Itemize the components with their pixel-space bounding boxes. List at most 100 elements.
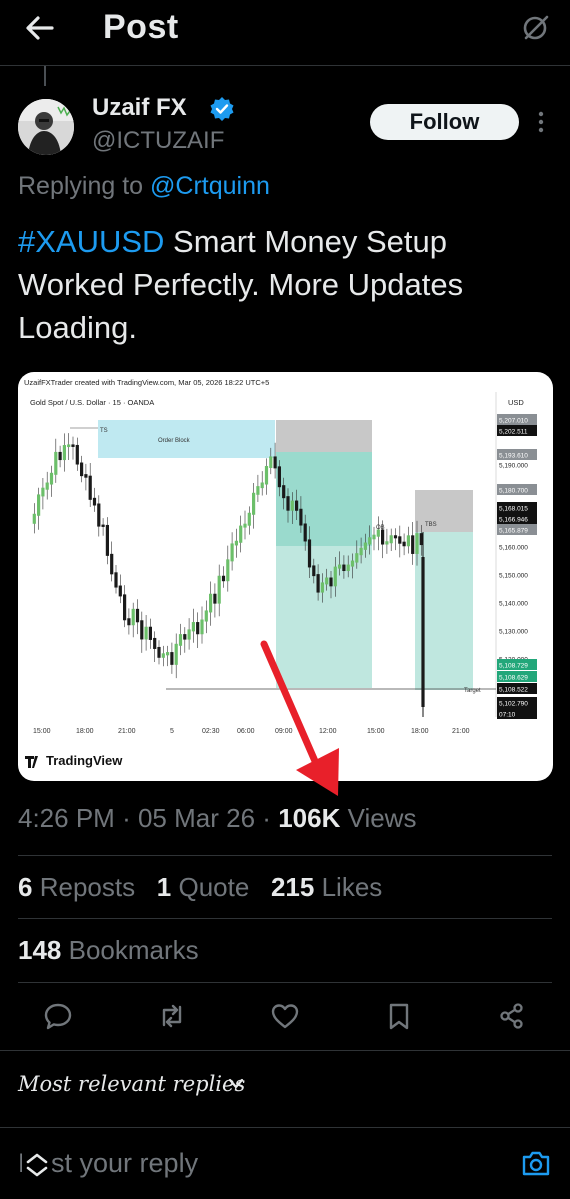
post-meta: 4:26 PM · 05 Mar 26 · 106K Views [18,803,416,834]
action-bar [0,995,570,1039]
candle [97,503,101,527]
price-label: 5,160.000 [499,545,528,552]
order-block-label: Order Block [158,438,191,444]
avatar[interactable] [18,99,74,155]
candle [148,626,152,640]
price-label: 5,202.511 [499,429,528,436]
thread-connector [44,66,46,86]
stop-zone [276,420,372,452]
candle [144,626,148,640]
meta-separator: · [262,803,271,833]
like-icon[interactable] [270,1001,300,1031]
candle [363,542,367,550]
candle [62,445,66,461]
hashtag-link[interactable]: #XAUUSD [18,224,164,259]
replying-to: Replying to @Crtquinn [18,172,270,201]
candle [114,572,118,588]
candle [239,525,243,543]
reply-icon[interactable] [43,1001,73,1031]
candle [338,564,342,569]
candle [196,622,200,635]
author-name[interactable]: Uzaif FX [92,94,187,122]
candle [92,497,97,506]
camera-icon[interactable] [521,1149,551,1177]
candle [170,652,174,665]
candle [131,608,135,626]
grok-icon[interactable] [520,12,552,44]
post-date: 05 Mar 26 [137,803,256,833]
candle [54,451,58,475]
candle [372,534,376,540]
candle [105,524,109,556]
candle [153,637,157,649]
candle [157,646,161,658]
candle [411,535,415,554]
candle [71,444,75,447]
repost-icon[interactable] [157,1001,187,1031]
media-image[interactable]: UzaifFXTrader created with TradingView.c… [18,372,553,781]
follow-button[interactable]: Follow [370,104,519,140]
likes-count: 215 [270,872,315,902]
reply-composer: Post your reply [0,1127,570,1199]
tweet-text: #XAUUSD Smart Money Setup Worked Perfect… [18,220,558,349]
chart-header: UzaifFXTrader created with TradingView.c… [24,378,269,387]
bookmarks-stat[interactable]: 148 Bookmarks [18,935,199,966]
quotes-stat[interactable]: 1 Quote [157,872,250,902]
author-handle[interactable]: @ICTUZAIF [92,127,224,155]
candle [226,559,230,582]
more-options-icon[interactable] [533,110,549,134]
verified-badge-icon [210,97,234,121]
reply-sort-dropdown[interactable]: Most relevant replies [18,1072,245,1096]
candle [350,560,355,567]
back-arrow-icon[interactable] [22,10,58,46]
share-icon[interactable] [497,1001,527,1031]
candle [110,553,114,575]
meta-separator: · [122,803,131,833]
price-label: 5,168.015 [499,506,528,513]
candle [273,456,277,469]
candle [135,608,140,623]
candle [307,539,312,568]
candle [37,494,41,516]
time-label: 09:00 [275,728,293,735]
candle [381,529,385,545]
bookmark-icon[interactable] [384,1001,414,1031]
views-count[interactable]: 106K [278,803,340,833]
candle [333,566,337,587]
price-label: 5,102.790 [499,701,528,708]
reply-mention-link[interactable]: @Crtquinn [150,172,270,200]
candle [191,622,195,632]
candle [140,620,144,640]
chart-symbol: Gold Spot / U.S. Dollar · 15 · OANDA [30,398,154,407]
candle [183,634,187,640]
candle [320,582,324,593]
reposts-stat[interactable]: 6 Reposts [18,872,135,902]
candle [260,482,264,489]
candle [277,466,281,488]
candle [252,492,256,515]
candle [161,653,165,658]
price-label: 5,207.010 [499,418,528,425]
time-label: 12:00 [319,728,337,735]
ts-label: TS [100,428,108,434]
candle [415,533,419,554]
candle [213,593,217,604]
candle [316,574,320,593]
candle [243,523,247,528]
post-time: 4:26 PM [18,803,115,833]
candle [342,564,346,572]
likes-stat[interactable]: 215 Likes [271,872,382,902]
candle [359,547,363,556]
price-label: 5,180.700 [499,488,528,495]
chevron-down-icon[interactable] [228,1077,244,1091]
time-label: 15:00 [367,728,385,735]
tbs-label: TBS [425,522,437,528]
candle [269,456,273,468]
candle [325,577,329,585]
expand-composer-icon[interactable] [22,1150,52,1180]
page-title: Post [103,8,179,46]
candle [234,540,238,546]
time-label: 15:00 [33,728,51,735]
divider [18,918,552,919]
price-label: 5,165.879 [499,528,528,535]
